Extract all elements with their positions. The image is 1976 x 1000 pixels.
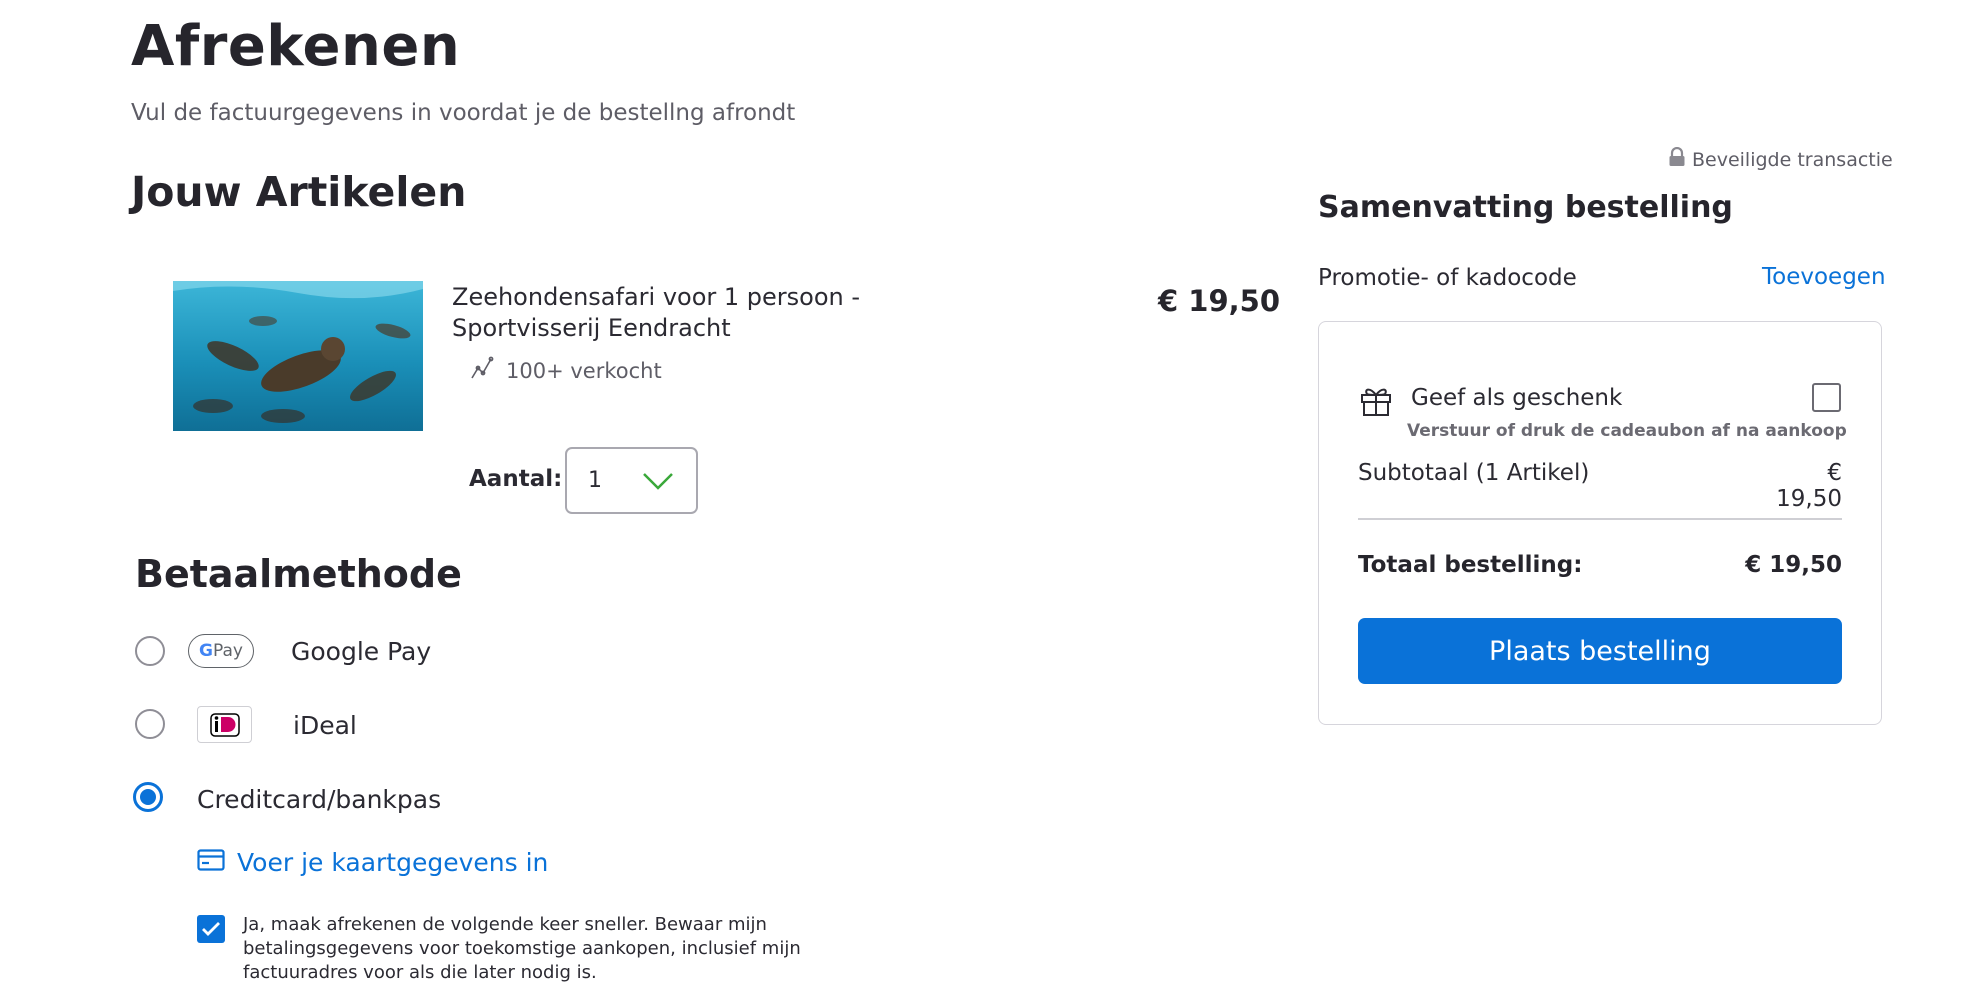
promo-label: Promotie- of kadocode bbox=[1318, 265, 1577, 291]
page-subtitle: Vul de factuurgegevens in voordat je de … bbox=[131, 100, 796, 126]
sold-label: 100+ verkocht bbox=[506, 358, 662, 383]
chevron-down-icon bbox=[642, 471, 674, 497]
payment-heading: Betaalmethode bbox=[135, 552, 462, 596]
method-label-ideal[interactable]: iDeal bbox=[293, 711, 357, 740]
total-value: € 19,50 bbox=[1745, 552, 1842, 578]
product-name[interactable]: Zeehondensafari voor 1 persoon - Sportvi… bbox=[452, 282, 872, 344]
subtotal-label: Subtotaal (1 Artikel) bbox=[1358, 460, 1590, 486]
summary-divider bbox=[1358, 518, 1842, 520]
product-price: € 19,50 bbox=[1158, 284, 1281, 318]
radio-creditcard[interactable] bbox=[133, 782, 163, 812]
credit-card-icon bbox=[197, 848, 225, 877]
sold-count: 100+ verkocht bbox=[470, 356, 662, 385]
save-details-checkbox[interactable] bbox=[197, 915, 225, 943]
gift-sublabel: Verstuur of druk de cadeaubon af na aank… bbox=[1407, 421, 1847, 441]
quantity-select[interactable]: 1 bbox=[565, 447, 698, 514]
total-label: Totaal bestelling: bbox=[1358, 552, 1583, 578]
radio-ideal[interactable] bbox=[135, 709, 165, 739]
ideal-logo-icon bbox=[197, 706, 252, 743]
save-details-label: Ja, maak afrekenen de volgende keer snel… bbox=[243, 914, 801, 983]
quantity-value: 1 bbox=[588, 468, 602, 493]
method-label-google-pay[interactable]: Google Pay bbox=[291, 637, 431, 666]
place-order-button[interactable]: Plaats bestelling bbox=[1358, 618, 1842, 684]
page-title: Afrekenen bbox=[131, 14, 461, 79]
secure-label: Beveiligde transactie bbox=[1692, 148, 1893, 171]
subtotal-value: € 19,50 bbox=[1776, 460, 1842, 512]
trend-icon bbox=[470, 356, 494, 385]
product-image bbox=[173, 281, 423, 431]
radio-google-pay[interactable] bbox=[135, 636, 165, 666]
promo-add-link[interactable]: Toevoegen bbox=[1762, 264, 1886, 290]
google-pay-logo-icon: G Pay bbox=[188, 634, 254, 668]
method-label-creditcard[interactable]: Creditcard/bankpas bbox=[197, 785, 441, 814]
items-heading: Jouw Artikelen bbox=[131, 168, 467, 216]
summary-heading: Samenvatting bestelling bbox=[1318, 190, 1733, 225]
gift-icon bbox=[1359, 383, 1393, 421]
enter-card-details-label: Voer je kaartgegevens in bbox=[237, 848, 549, 877]
enter-card-details-link[interactable]: Voer je kaartgegevens in bbox=[197, 848, 548, 877]
gift-label: Geef als geschenk bbox=[1411, 385, 1623, 411]
gift-checkbox[interactable] bbox=[1812, 383, 1841, 412]
lock-icon bbox=[1668, 146, 1686, 172]
google-pay-badge-text: Pay bbox=[213, 641, 243, 661]
secure-transaction: Beveiligde transactie bbox=[1668, 146, 1893, 172]
quantity-label: Aantal: bbox=[469, 466, 563, 492]
